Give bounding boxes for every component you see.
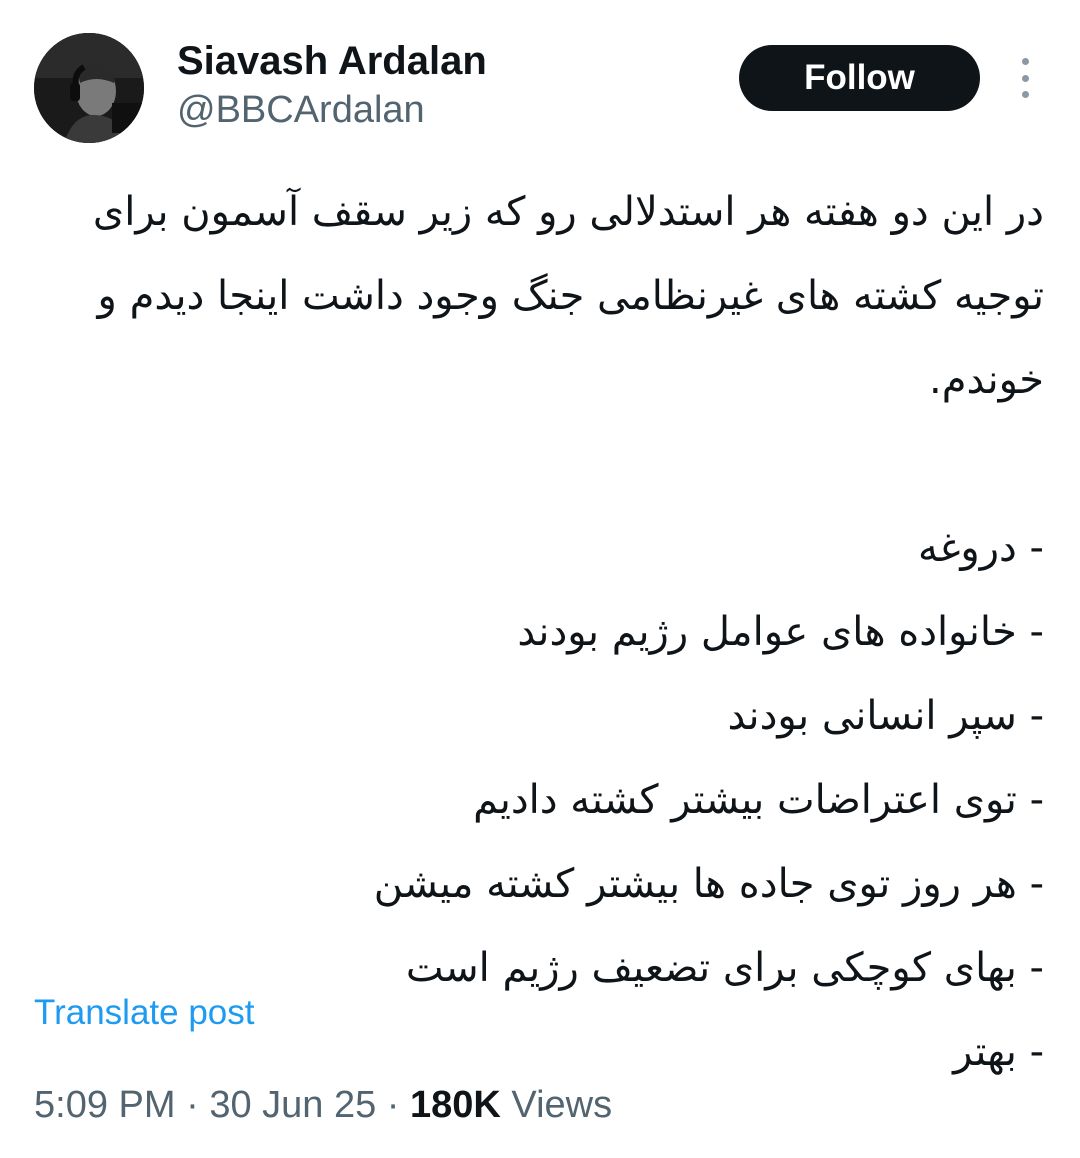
list-item: - دروغه	[918, 525, 1044, 571]
avatar-photo	[34, 33, 144, 143]
list-item: - توی اعتراضات بیشتر کشته دادیم	[473, 777, 1044, 823]
post-time[interactable]: 5:09 PM	[34, 1084, 176, 1126]
tweet-meta: 5:09 PM · 30 Jun 25 · 180K Views	[34, 1082, 612, 1128]
more-vertical-icon-dot	[1021, 91, 1029, 98]
meta-separator: ·	[186, 1084, 199, 1126]
list-item: - هر روز توی جاده ها بیشتر کشته میشن	[373, 861, 1044, 907]
views-label: Views	[511, 1084, 613, 1126]
more-vertical-icon-dot	[1021, 74, 1029, 82]
tweet-paragraph: در این دو هفته هر استدلالی رو که زیر سقف…	[92, 189, 1044, 403]
user-handle[interactable]: @BBCArdalan	[177, 88, 425, 132]
display-name[interactable]: Siavash Ardalan	[177, 38, 487, 84]
more-options-button[interactable]	[1010, 58, 1040, 98]
follow-button[interactable]: Follow	[739, 45, 980, 111]
list-item: - سپر انسانی بودند	[727, 693, 1044, 739]
views-count: 180K	[410, 1084, 501, 1126]
post-date[interactable]: 30 Jun 25	[209, 1084, 376, 1126]
translate-post-link[interactable]: Translate post	[34, 992, 254, 1034]
meta-separator: ·	[386, 1084, 400, 1126]
list-item: - خانواده های عوامل رژیم بودند	[517, 609, 1044, 655]
avatar[interactable]	[34, 33, 144, 143]
tweet-text: در این دو هفته هر استدلالی رو که زیر سقف…	[34, 170, 1044, 1094]
more-vertical-icon	[1021, 58, 1029, 65]
